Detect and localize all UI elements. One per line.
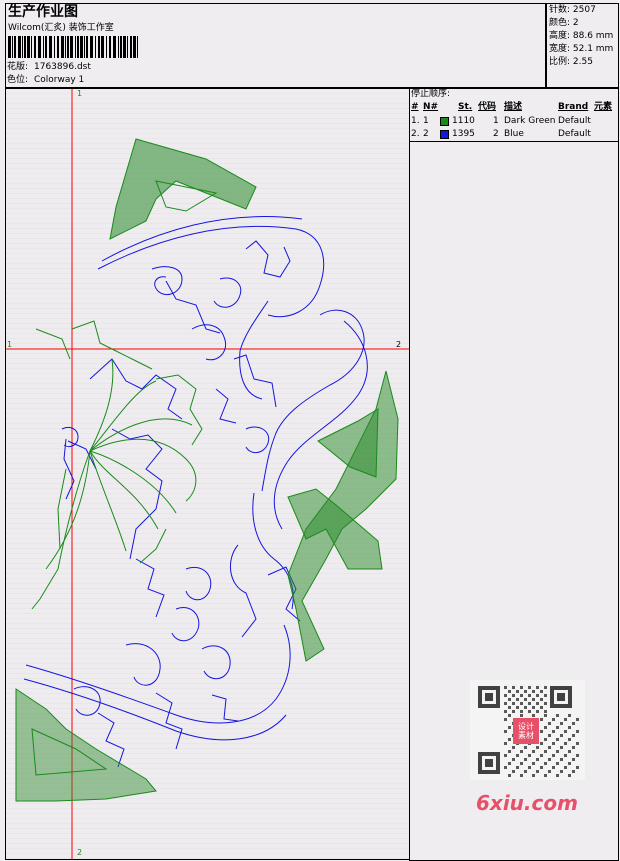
design-canvas[interactable]: 1 2 1 2 [5, 88, 410, 860]
worksheet: 生产作业图 Wilcom(汇炙) 装饰工作室 花版: 1763896.dst 色… [0, 0, 620, 861]
stop-sequence-divider [409, 141, 619, 142]
row-needle: 1 [423, 116, 429, 126]
col-header-index: # [411, 102, 419, 112]
design-label: 花版: [7, 62, 29, 72]
col-header-element: 元素 [594, 102, 613, 112]
stat-stitches: 针数: 2507 [549, 5, 596, 15]
row-description: Blue [504, 129, 524, 139]
row-index: 2. [411, 129, 420, 139]
colorway-value: Colorway 1 [34, 75, 85, 85]
row-brand: Default [558, 116, 591, 126]
row-needle: 2 [423, 129, 429, 139]
barcode [8, 36, 138, 58]
axis-label-bottom: 2 [77, 848, 83, 857]
row-stitches: 1110 [452, 116, 475, 126]
row-code: 1 [493, 116, 499, 126]
stop-sequence-title: 停止顺序: [411, 89, 451, 99]
row-code: 2 [493, 129, 499, 139]
stat-height: 高度: 88.6 mm [549, 31, 614, 41]
design-value: 1763896.dst [34, 62, 91, 72]
embroidery-design [6, 89, 409, 859]
axis-label-top: 1 [77, 89, 83, 98]
qr-code: 设计素材 [470, 680, 585, 780]
axis-label-left: 1 [7, 340, 13, 349]
row-index: 1. [411, 116, 420, 126]
green-satin-pattern [15, 138, 399, 802]
col-header-brand: Brand [558, 102, 589, 112]
company-name: Wilcom(汇炙) 装饰工作室 [8, 23, 114, 33]
col-header-needle: N# [423, 102, 439, 112]
row-description: Dark Green [504, 116, 556, 126]
colorway-label: 色位: [7, 75, 29, 85]
col-header-code: 代码 [478, 102, 497, 112]
color-swatch-blue [440, 130, 449, 139]
row-stitches: 1395 [452, 129, 475, 139]
stat-ratio: 比例: 2.55 [549, 57, 593, 67]
col-header-description: 描述 [504, 102, 523, 112]
watermark-logo: 6xiu.com [476, 791, 578, 815]
page-title: 生产作业图 [8, 4, 78, 20]
qr-seal-text: 设计素材 [518, 722, 534, 740]
stat-width: 宽度: 52.1 mm [549, 44, 614, 54]
green-flower-pattern [31, 320, 203, 610]
axis-label-right: 2 [396, 340, 402, 349]
col-header-stitches: St. [458, 102, 473, 112]
color-swatch-green [440, 117, 449, 126]
row-brand: Default [558, 129, 591, 139]
stat-colors: 颜色: 2 [549, 18, 579, 28]
